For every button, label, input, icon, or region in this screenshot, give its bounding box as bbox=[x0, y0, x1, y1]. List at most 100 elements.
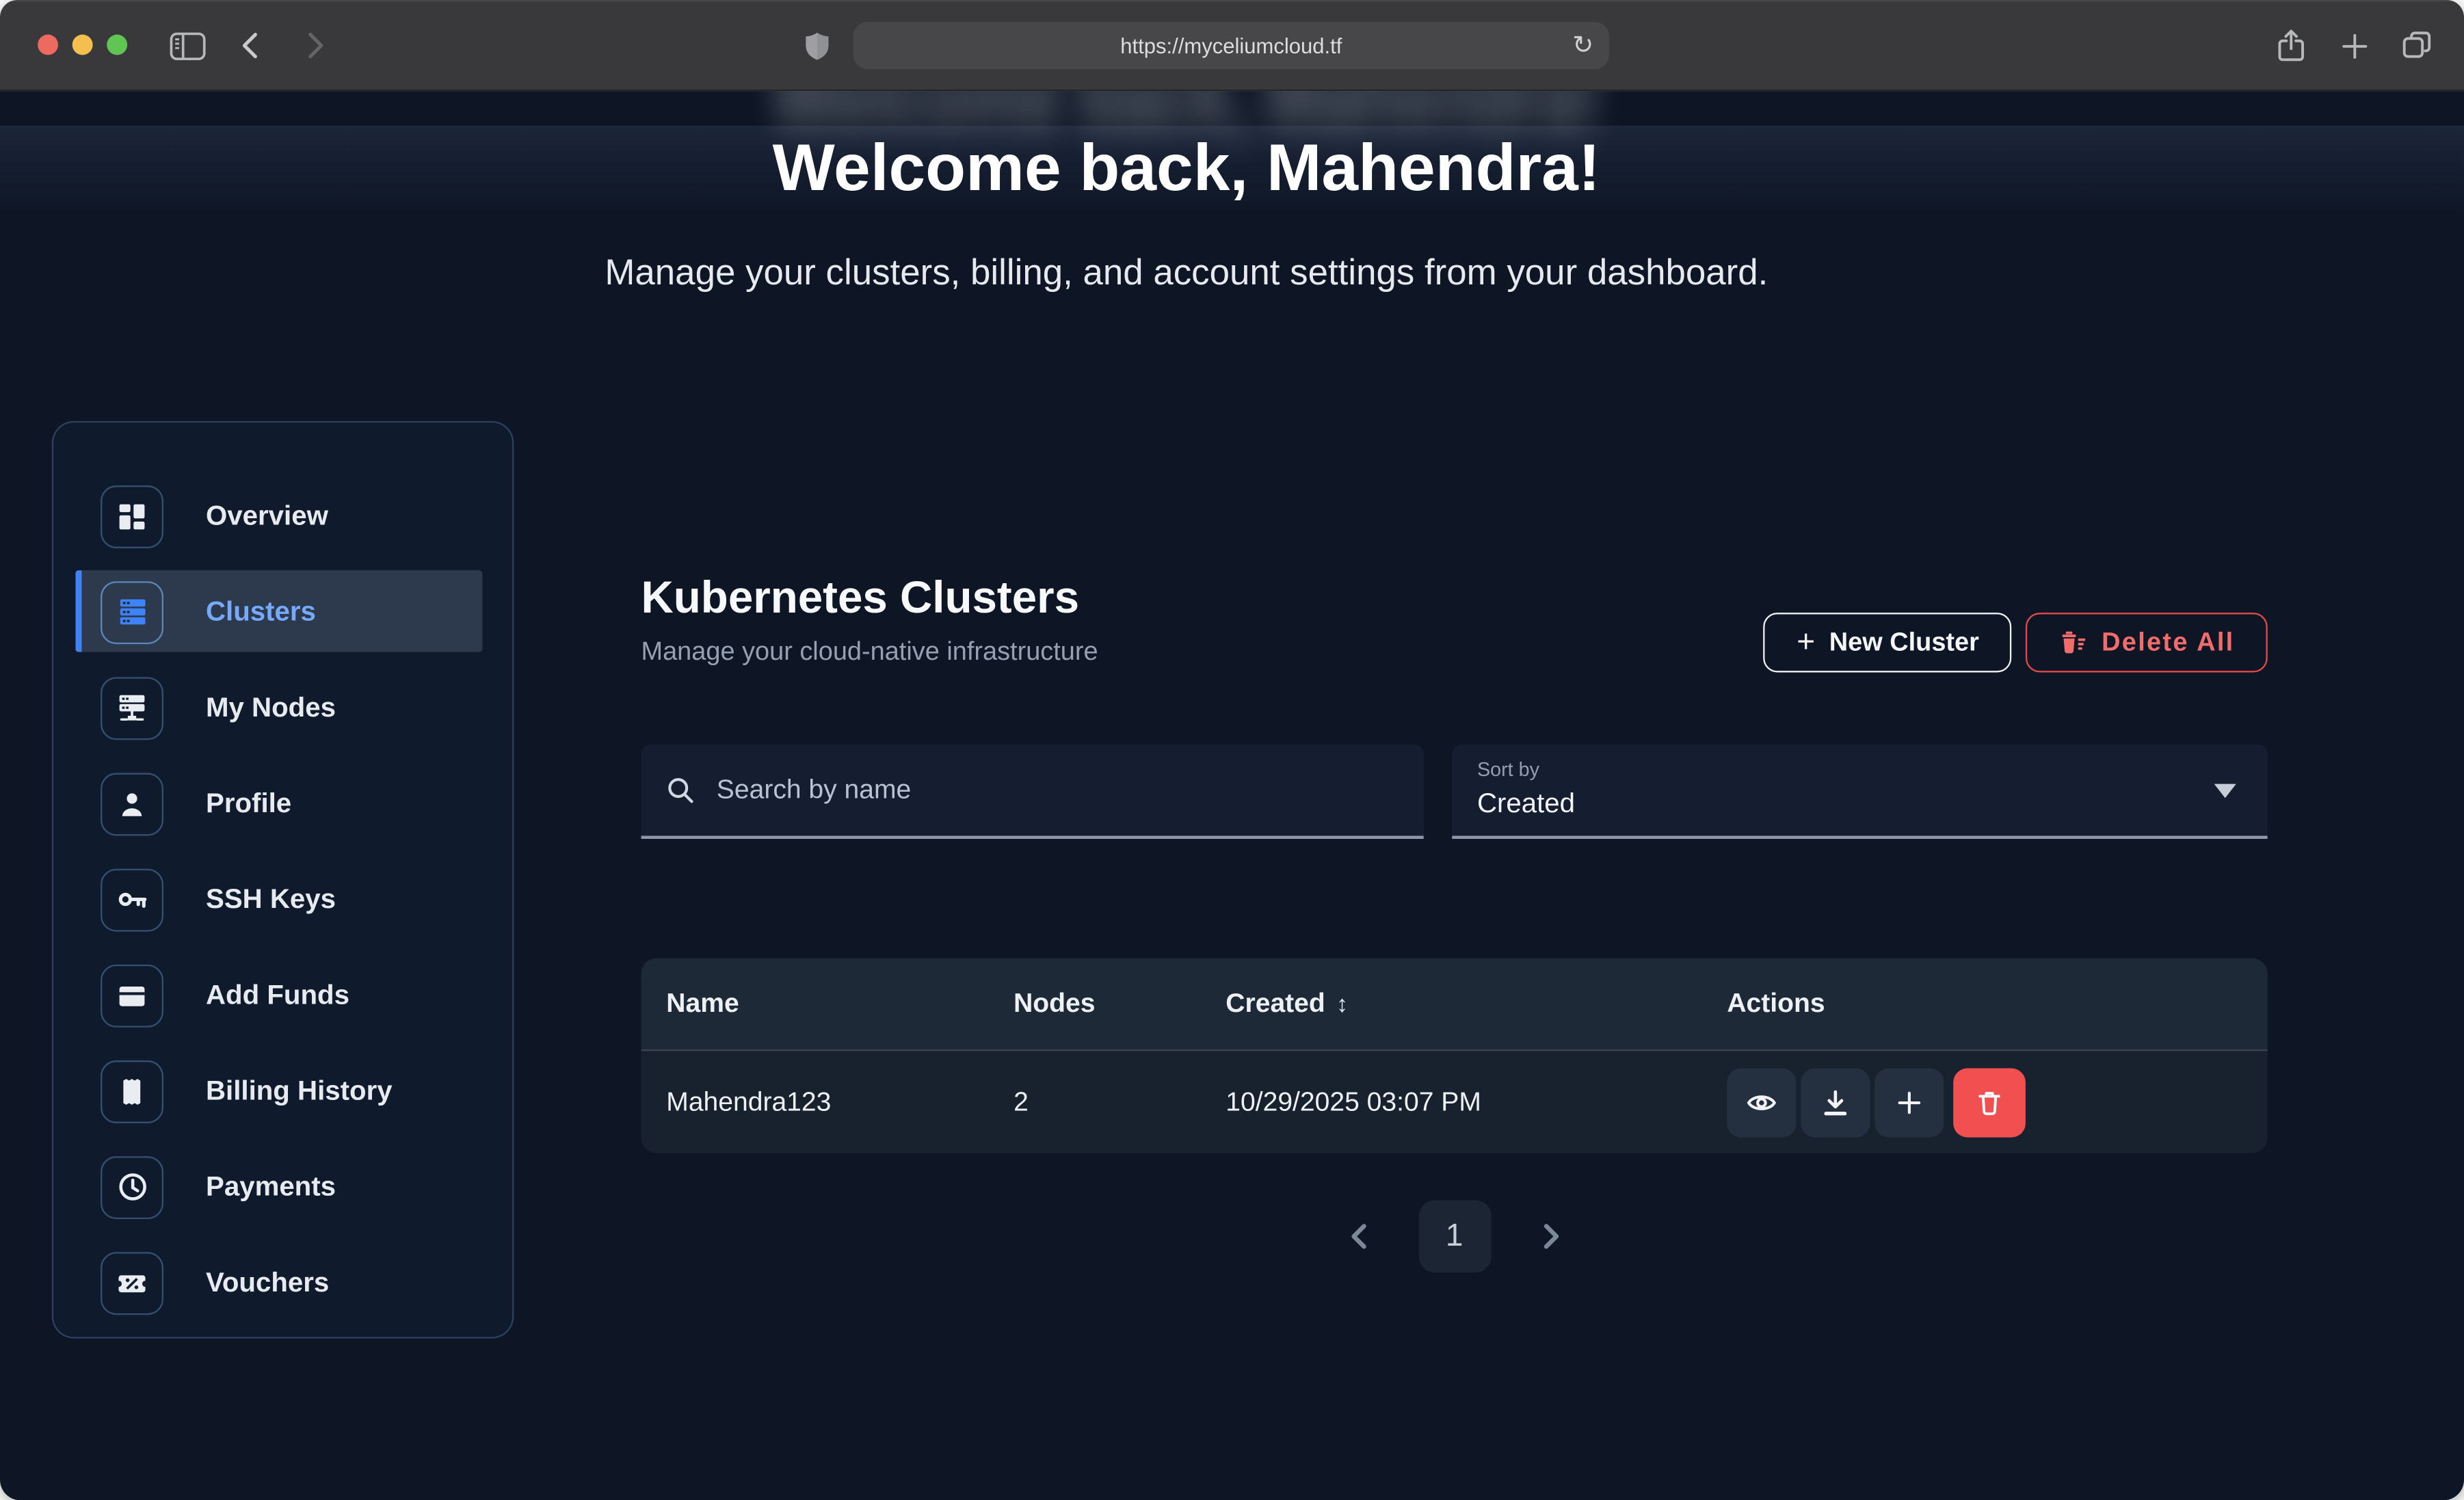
sidebar-item-label: Clusters bbox=[206, 595, 316, 628]
column-header-name: Name bbox=[666, 988, 1014, 1019]
sort-dropdown[interactable]: Sort by Created bbox=[1452, 745, 2268, 839]
delete-all-label: Delete All bbox=[2102, 628, 2234, 658]
dashboard-icon bbox=[101, 485, 163, 548]
sidebar-item-label: Overview bbox=[206, 500, 328, 533]
hero-section: Welcome back, Mahendra! Welcome back, Ma… bbox=[0, 91, 2373, 294]
new-cluster-label: New Cluster bbox=[1829, 628, 1979, 658]
window-controls bbox=[38, 35, 127, 55]
cluster-name-cell: Mahendra123 bbox=[666, 1086, 1014, 1118]
column-header-created[interactable]: Created↕ bbox=[1226, 988, 1727, 1019]
browser-toolbar: https://myceliumcloud.tf ↻ bbox=[0, 0, 2464, 91]
zoom-window-button[interactable] bbox=[107, 35, 127, 55]
delete-cluster-button[interactable] bbox=[1953, 1067, 2026, 1136]
address-bar[interactable]: https://myceliumcloud.tf ↻ bbox=[853, 22, 1609, 69]
sidebar-item-label: My Nodes bbox=[206, 691, 336, 724]
search-input[interactable] bbox=[713, 773, 1342, 808]
sidebar-item-clusters[interactable]: Clusters bbox=[53, 564, 512, 660]
sidebar-item-payments[interactable]: Payments bbox=[53, 1139, 512, 1235]
reload-button[interactable]: ↻ bbox=[1572, 22, 1593, 69]
tab-overview-button[interactable] bbox=[2396, 0, 2437, 91]
page-subtitle: Manage your clusters, billing, and accou… bbox=[0, 203, 2373, 294]
search-field[interactable] bbox=[641, 745, 1424, 839]
sidebar-item-vouchers[interactable]: Vouchers bbox=[53, 1235, 512, 1330]
plus-icon bbox=[2341, 32, 2368, 59]
servers-icon bbox=[101, 580, 163, 643]
sidebar-item-label: Add Funds bbox=[206, 979, 349, 1012]
previous-page-button[interactable] bbox=[1347, 1222, 1368, 1250]
hero-glow bbox=[0, 126, 2464, 217]
download-icon bbox=[1820, 1086, 1851, 1118]
back-icon bbox=[241, 31, 260, 59]
clusters-table: Name Nodes Created↕ Actions Mahendra123 … bbox=[641, 959, 2268, 1153]
search-icon bbox=[666, 776, 694, 804]
clock-icon bbox=[101, 1155, 163, 1218]
pagination: 1 bbox=[641, 1201, 2268, 1273]
dashboard-page: Welcome back, Mahendra! Welcome back, Ma… bbox=[0, 91, 2464, 1500]
ticket-icon bbox=[101, 1251, 163, 1314]
chevron-left-icon bbox=[1347, 1222, 1368, 1250]
sort-value: Created bbox=[1477, 787, 2268, 820]
browser-window: https://myceliumcloud.tf ↻ Welcome back,… bbox=[0, 0, 2464, 1500]
close-window-button[interactable] bbox=[38, 35, 58, 55]
sidebar-toggle-button[interactable] bbox=[163, 0, 211, 91]
table-header-row: Name Nodes Created↕ Actions bbox=[641, 959, 2268, 1052]
column-header-actions: Actions bbox=[1727, 988, 2267, 1019]
sidebar-item-add-funds[interactable]: Add Funds bbox=[53, 948, 512, 1043]
row-actions bbox=[1727, 1067, 2267, 1136]
view-cluster-button[interactable] bbox=[1727, 1067, 1796, 1136]
key-icon bbox=[101, 868, 163, 931]
chevron-down-icon bbox=[2214, 784, 2236, 799]
sidebar-item-my-nodes[interactable]: My Nodes bbox=[53, 660, 512, 755]
sidebar-item-label: Payments bbox=[206, 1170, 336, 1203]
tabs-icon bbox=[2401, 30, 2433, 62]
clusters-section: Kubernetes Clusters Manage your cloud-na… bbox=[641, 575, 2268, 1272]
share-icon bbox=[2277, 28, 2305, 63]
table-row: Mahendra123 2 10/29/2025 03:07 PM bbox=[641, 1051, 2268, 1153]
plus-icon: + bbox=[1797, 627, 1815, 658]
chevron-right-icon bbox=[1541, 1222, 1561, 1250]
trash-icon bbox=[1974, 1086, 2005, 1118]
reload-icon: ↻ bbox=[1572, 30, 1593, 62]
minimize-window-button[interactable] bbox=[72, 35, 93, 55]
sort-arrows-icon: ↕ bbox=[1336, 991, 1348, 1017]
sidebar-item-profile[interactable]: Profile bbox=[53, 755, 512, 851]
sidebar-item-label: Profile bbox=[206, 787, 291, 820]
download-kubeconfig-button[interactable] bbox=[1801, 1067, 1870, 1136]
receipt-icon bbox=[101, 1060, 163, 1123]
sidebar-item-label: Billing History bbox=[206, 1075, 393, 1108]
user-icon bbox=[101, 772, 163, 835]
section-title: Kubernetes Clusters bbox=[641, 575, 1098, 624]
sidebar-item-label: Vouchers bbox=[206, 1266, 329, 1299]
sidebar-item-overview[interactable]: Overview bbox=[53, 468, 512, 564]
sidebar-item-label: SSH Keys bbox=[206, 883, 336, 915]
new-tab-button[interactable] bbox=[2337, 0, 2372, 91]
sort-label: Sort by bbox=[1477, 759, 2268, 781]
new-cluster-button[interactable]: + New Cluster bbox=[1764, 613, 2012, 672]
delete-all-button[interactable]: Delete All bbox=[2026, 613, 2268, 672]
forward-icon bbox=[306, 31, 326, 59]
eye-icon bbox=[1746, 1086, 1777, 1118]
sidebar-item-ssh-keys[interactable]: SSH Keys bbox=[53, 851, 512, 947]
page-title: Welcome back, Mahendra! bbox=[0, 91, 2373, 202]
node-icon bbox=[101, 676, 163, 739]
shield-icon bbox=[804, 31, 830, 61]
section-subtitle: Manage your cloud-native infrastructure bbox=[641, 639, 1098, 669]
next-page-button[interactable] bbox=[1541, 1222, 1561, 1250]
hero-title-glow: Welcome back, Mahendra! bbox=[0, 91, 2373, 146]
back-button[interactable] bbox=[233, 0, 267, 91]
privacy-shield-button[interactable] bbox=[798, 0, 836, 91]
cluster-nodes-cell: 2 bbox=[1014, 1086, 1226, 1118]
trash-sweep-icon bbox=[2059, 630, 2087, 655]
sidebar-toggle-icon bbox=[169, 31, 205, 61]
sidebar: Overview Clusters My Nodes Profile bbox=[52, 421, 514, 1339]
share-button[interactable] bbox=[2273, 0, 2310, 91]
url-text: https://myceliumcloud.tf bbox=[1120, 34, 1342, 57]
plus-icon bbox=[1894, 1086, 1925, 1118]
page-number[interactable]: 1 bbox=[1418, 1201, 1491, 1273]
column-header-nodes: Nodes bbox=[1014, 988, 1226, 1019]
add-node-button[interactable] bbox=[1875, 1067, 1944, 1136]
sidebar-item-billing-history[interactable]: Billing History bbox=[53, 1043, 512, 1139]
wallet-icon bbox=[101, 964, 163, 1027]
forward-button[interactable] bbox=[299, 0, 334, 91]
cluster-created-cell: 10/29/2025 03:07 PM bbox=[1226, 1086, 1727, 1118]
